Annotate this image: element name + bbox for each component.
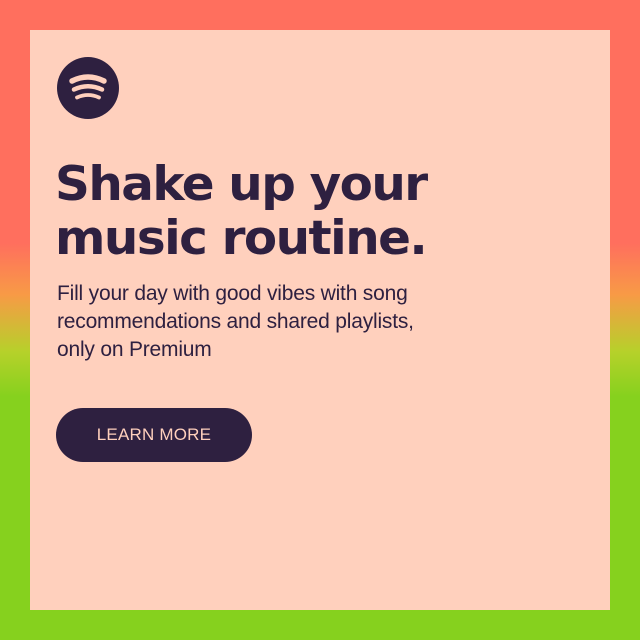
headline-line-2: music routine.: [55, 211, 428, 266]
ad-card[interactable]: Shake up your music routine. Fill your d…: [30, 30, 610, 610]
learn-more-button[interactable]: LEARN MORE: [56, 408, 252, 462]
subtext-line-3: only on Premium: [57, 338, 212, 361]
subtext: Fill your day with good vibes with song …: [57, 280, 577, 364]
subtext-line-1: Fill your day with good vibes with song: [57, 282, 408, 305]
spotify-logo-icon: [57, 57, 119, 119]
ad-background: Shake up your music routine. Fill your d…: [0, 0, 640, 640]
subtext-line-2: recommendations and shared playlists,: [57, 310, 414, 333]
headline-line-1: Shake up your: [55, 157, 428, 212]
headline: Shake up your music routine.: [55, 158, 632, 266]
